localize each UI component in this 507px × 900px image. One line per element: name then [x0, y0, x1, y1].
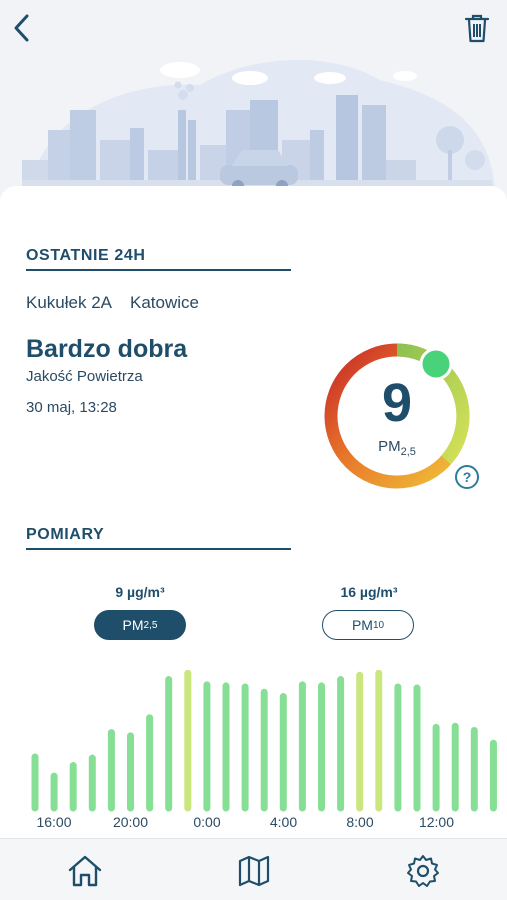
city-illustration — [22, 59, 495, 195]
station-city: Katowice — [130, 293, 199, 312]
station-address: Kukułek 2A Katowice — [26, 293, 199, 313]
section-divider — [26, 548, 291, 550]
bottom-navigation — [0, 838, 507, 900]
pm25-value: 9 µg/m³ — [115, 584, 165, 600]
back-button[interactable] — [6, 10, 38, 46]
air-quality-label: Bardzo dobra — [26, 335, 188, 363]
chart-tick-label: 4:00 — [270, 814, 297, 830]
home-icon — [68, 855, 102, 887]
map-icon — [238, 855, 270, 887]
chart-tick-label: 12:00 — [419, 814, 454, 830]
pm10-toggle-button[interactable]: PM 10 — [322, 610, 414, 640]
nav-settings-button[interactable] — [403, 851, 443, 891]
question-icon: ? — [462, 469, 472, 485]
chevron-left-icon — [14, 14, 29, 42]
chart-tick-label: 16:00 — [36, 814, 71, 830]
gauge-value: 9 — [381, 373, 413, 433]
trash-icon — [464, 14, 490, 43]
chart-tick-label: 8:00 — [346, 814, 373, 830]
station-street: Kukułek 2A — [26, 293, 112, 312]
section-title-measurements: POMIARY — [26, 526, 105, 543]
help-button[interactable]: ? — [455, 465, 479, 489]
measurement-timestamp: 30 maj, 13:28 — [26, 399, 117, 416]
chart-tick-label: 20:00 — [113, 814, 148, 830]
gauge-unit: PM2,5 — [378, 438, 416, 458]
pm25-toggle-button[interactable]: PM 2,5 — [94, 610, 186, 640]
nav-home-button[interactable] — [65, 851, 105, 891]
header-illustration-area — [0, 0, 507, 195]
settings-icon — [407, 855, 439, 887]
air-quality-caption: Jakość Powietrza — [26, 368, 143, 385]
delete-button[interactable] — [461, 10, 493, 46]
section-title-last24: OSTATNIE 24H — [26, 247, 146, 264]
section-divider — [26, 269, 291, 271]
pm-history-chart: 16:00 20:00 0:00 4:00 8:00 12:00 — [31, 670, 497, 830]
nav-map-button[interactable] — [234, 851, 274, 891]
pm10-value: 16 µg/m³ — [340, 584, 398, 600]
chart-tick-label: 0:00 — [193, 814, 220, 830]
